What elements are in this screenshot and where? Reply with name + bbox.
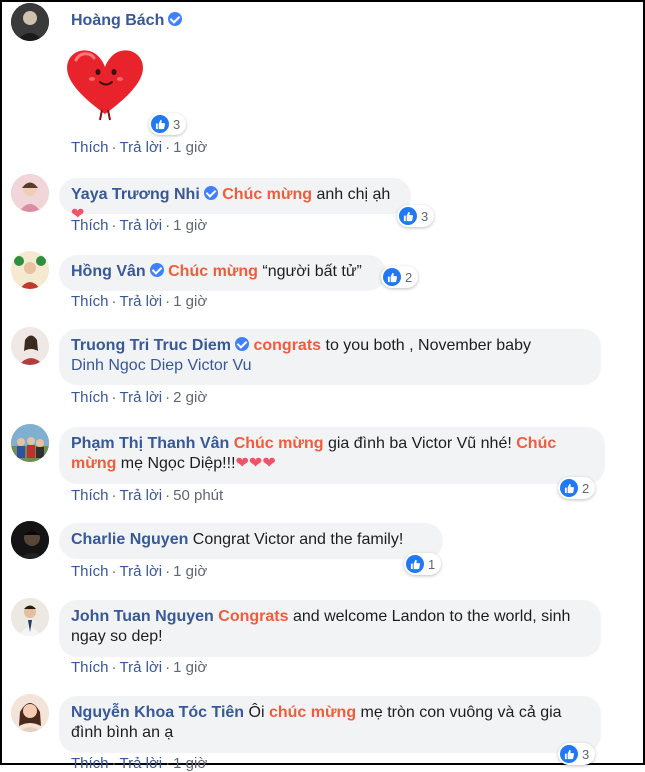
- highlight-text: Chúc mừng: [222, 186, 313, 203]
- comment-author[interactable]: John Tuan Nguyen: [71, 608, 214, 625]
- thumbs-up-icon: [399, 207, 417, 225]
- like-link[interactable]: Thích: [71, 217, 109, 234]
- reaction-count[interactable]: 1: [404, 553, 442, 575]
- reply-link[interactable]: Trả lời: [120, 659, 163, 676]
- comment-time[interactable]: 1 giờ: [173, 659, 207, 676]
- like-link[interactable]: Thích: [71, 293, 109, 310]
- reaction-count[interactable]: 3: [558, 743, 596, 765]
- heart-emoji: ❤❤❤: [235, 455, 276, 472]
- verified-badge-icon: [168, 12, 183, 26]
- reaction-count[interactable]: 2: [558, 477, 596, 499]
- comment-bubble: Nguyễn Khoa Tóc Tiên Ôi chúc mừng mẹ trò…: [59, 696, 601, 753]
- comment-bubble: Charlie Nguyen Congrat Victor and the fa…: [59, 523, 443, 559]
- comment-text: Congrat Victor and the family!: [188, 531, 404, 548]
- comment-time[interactable]: 1 giờ: [173, 139, 207, 156]
- like-link[interactable]: Thích: [71, 487, 109, 504]
- like-link[interactable]: Thích: [71, 139, 109, 156]
- comment-bubble: John Tuan Nguyen Congrats and welcome La…: [59, 600, 601, 657]
- reply-link[interactable]: Trả lời: [120, 563, 163, 580]
- highlight-text: Congrats: [218, 608, 289, 625]
- comment-actions: Thích · Trả lời · 2 giờ: [71, 389, 208, 406]
- avatar[interactable]: [11, 3, 49, 41]
- comment-text: anh chị ạh: [312, 186, 391, 203]
- highlight-text: congrats: [253, 337, 322, 354]
- comment-actions: Thích · Trả lời · 1 giờ: [71, 563, 208, 580]
- comment-time[interactable]: 2 giờ: [173, 389, 207, 406]
- tagged-users[interactable]: Dinh Ngoc Diep Victor Vu: [71, 357, 252, 374]
- highlight-text: Chúc mừng: [233, 435, 324, 452]
- comment-author[interactable]: Hoàng Bách: [71, 12, 164, 29]
- reply-link[interactable]: Trả lời: [120, 487, 163, 504]
- verified-badge-icon: [235, 337, 250, 351]
- thumbs-up-icon: [560, 745, 578, 763]
- thumbs-up-icon: [406, 555, 424, 573]
- comment-time[interactable]: 1 giờ: [173, 755, 207, 772]
- comment-time[interactable]: 50 phút: [173, 487, 223, 504]
- verified-badge-icon: [203, 186, 218, 200]
- avatar[interactable]: [11, 424, 49, 462]
- like-link[interactable]: Thích: [71, 755, 109, 772]
- avatar[interactable]: [11, 521, 49, 559]
- comment-actions: Thích · Trả lời · 1 giờ: [71, 139, 208, 156]
- avatar[interactable]: [11, 327, 49, 365]
- comment-time[interactable]: 1 giờ: [173, 293, 207, 310]
- comment-time[interactable]: 1 giờ: [173, 563, 207, 580]
- comment-bubble: Hồng Vân Chúc mừng “người bất tử”: [59, 255, 386, 291]
- verified-badge-icon: [149, 263, 164, 277]
- comment-bubble: Yaya Trương Nhi Chúc mừng anh chị ạh❤: [59, 178, 411, 223]
- comment-header: Hoàng Bách: [59, 4, 194, 38]
- comment-author[interactable]: Hồng Vân: [71, 263, 146, 280]
- comment-actions: Thích · Trả lời · 1 giờ: [71, 659, 208, 676]
- thumbs-up-icon: [151, 115, 169, 133]
- comment-actions: Thích · Trả lời · 50 phút: [71, 487, 224, 504]
- reaction-count[interactable]: 3: [397, 205, 435, 227]
- comment-bubble: Phạm Thị Thanh Vân Chúc mừng gia đình ba…: [59, 427, 605, 484]
- highlight-text: Chúc mừng: [168, 263, 258, 280]
- heart-sticker: [62, 42, 148, 122]
- comment-author[interactable]: Charlie Nguyen: [71, 531, 188, 548]
- comment-bubble: Truong Tri Truc Diem congrats to you bot…: [59, 329, 601, 385]
- thumbs-up-icon: [560, 479, 578, 497]
- highlight-text: chúc mừng: [268, 704, 357, 721]
- like-link[interactable]: Thích: [71, 389, 109, 406]
- avatar[interactable]: [11, 598, 49, 636]
- comment-author[interactable]: Nguyễn Khoa Tóc Tiên: [71, 704, 244, 721]
- avatar[interactable]: [11, 251, 49, 289]
- reaction-count[interactable]: 2: [381, 266, 419, 288]
- avatar[interactable]: [11, 694, 49, 732]
- thumbs-up-icon: [383, 268, 401, 286]
- comment-text: Ôi: [244, 704, 269, 721]
- comment-text: to you both , November baby: [321, 337, 531, 354]
- comment-actions: Thích · Trả lời · 1 giờ: [71, 755, 208, 772]
- reply-link[interactable]: Trả lời: [120, 293, 163, 310]
- avatar[interactable]: [11, 174, 49, 212]
- comment-text: gia đình ba Victor Vũ nhé!: [323, 435, 517, 452]
- reply-link[interactable]: Trả lời: [120, 139, 163, 156]
- comment-author[interactable]: Phạm Thị Thanh Vân: [71, 435, 229, 452]
- reaction-count[interactable]: 3: [149, 113, 187, 135]
- comment-text: “người bất tử”: [257, 263, 362, 280]
- like-link[interactable]: Thích: [71, 659, 109, 676]
- comment-text: mẹ Ngọc Diệp!!!: [116, 455, 236, 472]
- comment-author[interactable]: Yaya Trương Nhi: [71, 186, 200, 203]
- comment-actions: Thích · Trả lời · 1 giờ: [71, 293, 208, 310]
- reply-link[interactable]: Trả lời: [120, 389, 163, 406]
- comment-author[interactable]: Truong Tri Truc Diem: [71, 337, 231, 354]
- like-link[interactable]: Thích: [71, 563, 109, 580]
- comment-time[interactable]: 1 giờ: [173, 217, 207, 234]
- reply-link[interactable]: Trả lời: [120, 755, 163, 772]
- comment-actions: Thích · Trả lời · 1 giờ: [71, 217, 208, 234]
- reply-link[interactable]: Trả lời: [120, 217, 163, 234]
